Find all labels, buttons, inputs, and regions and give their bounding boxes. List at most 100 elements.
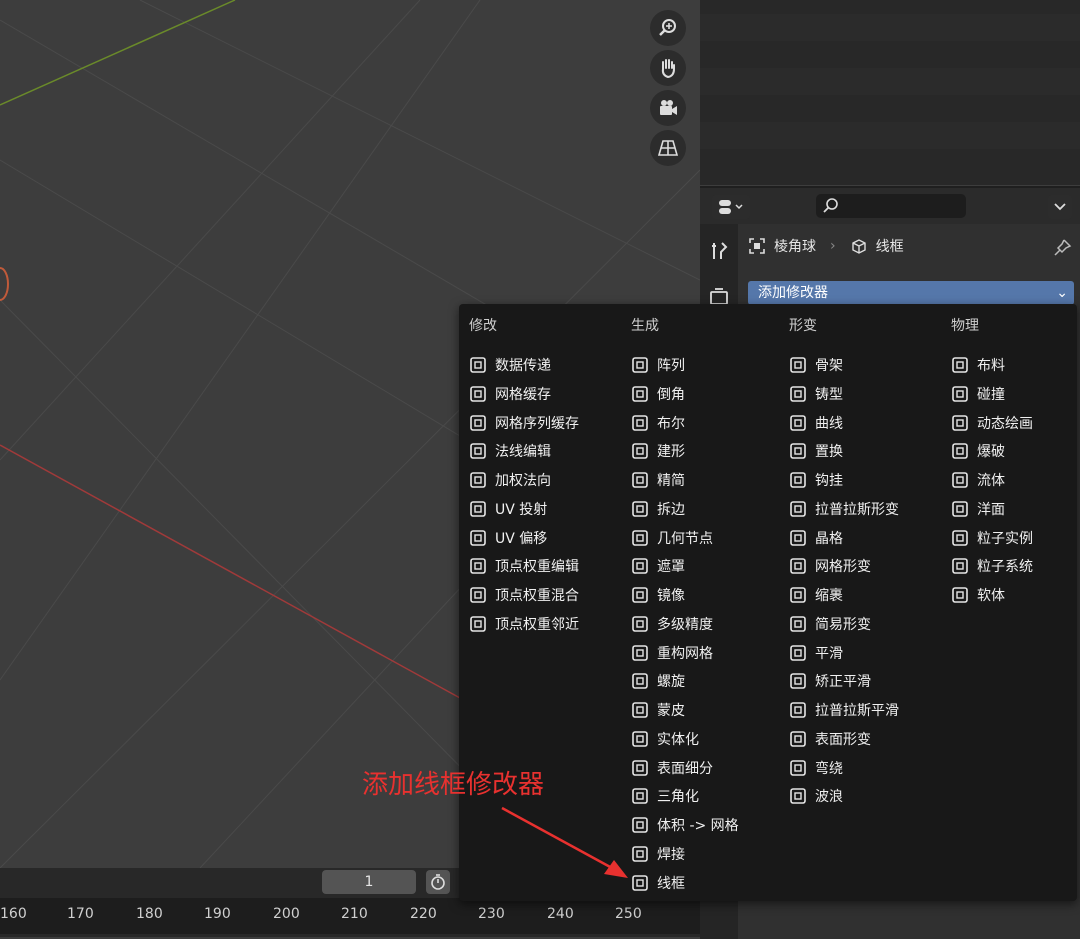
ruler-label: 240 [547,906,574,922]
menu-item-array[interactable]: 阵列 [631,353,685,377]
menu-item-wireframe[interactable]: 线框 [631,871,685,895]
menu-item-label: 三角化 [657,789,699,806]
menu-item-smooth[interactable]: 平滑 [789,641,843,665]
camera-view-icon[interactable] [650,90,686,126]
menu-item-mirror[interactable]: 镜像 [631,583,685,607]
menu-item-weighted-normal[interactable]: 加权法向 [469,468,551,492]
menu-item-triangulate[interactable]: 三角化 [631,784,699,808]
menu-item-multires[interactable]: 多级精度 [631,612,713,636]
menu-item-normal-edit[interactable]: 法线编辑 [469,439,551,463]
menu-item-ocean[interactable]: 洋面 [951,497,1005,521]
mesh-cube-icon [851,239,866,254]
vertex-weight-proximity-icon [470,615,486,632]
menu-item-build[interactable]: 建形 [631,439,685,463]
menu-item-cast[interactable]: 铸型 [789,382,843,406]
menu-item-label: 布料 [977,358,1005,374]
menu-item-simple-deform[interactable]: 简易形变 [789,612,871,636]
soft-body-icon [952,587,968,603]
properties-search-input[interactable] [816,194,966,218]
menu-item-label: 建形 [657,444,685,461]
menu-item-lattice[interactable]: 晶格 [789,526,843,550]
armature-icon [790,357,806,373]
laplacian-deform-icon [790,500,806,517]
surface-deform-icon [790,730,806,747]
corrective-smooth-icon [790,673,806,690]
menu-item-bevel[interactable]: 倒角 [631,382,685,406]
menu-item-soft-body[interactable]: 软体 [951,583,1005,607]
outliner-panel[interactable] [700,0,1080,185]
screw-icon [632,673,648,690]
pin-icon[interactable] [1052,238,1072,258]
menu-item-mesh-deform[interactable]: 网格形变 [789,554,871,578]
multires-icon [632,615,648,632]
menu-item-decimate[interactable]: 精简 [631,468,685,492]
menu-item-armature[interactable]: 骨架 [789,353,843,377]
menu-item-explode[interactable]: 爆破 [951,439,1005,463]
menu-item-label: 软体 [977,588,1005,604]
menu-item-particle-instance[interactable]: 粒子实例 [951,526,1033,550]
menu-item-weld[interactable]: 焊接 [631,842,685,866]
menu-item-geometry-nodes[interactable]: 几何节点 [631,526,713,550]
edge-split-icon [632,500,648,517]
menu-item-skin[interactable]: 蒙皮 [631,698,685,722]
menu-item-hook[interactable]: 钩挂 [789,468,843,492]
menu-item-uv-project[interactable]: UV 投射 [469,497,547,521]
ruler-label: 200 [273,906,300,922]
menu-item-shrinkwrap[interactable]: 缩裹 [789,583,843,607]
menu-item-vertex-weight-mix[interactable]: 顶点权重混合 [469,583,579,607]
menu-item-warp[interactable]: 弯绕 [789,756,843,780]
menu-item-solidify[interactable]: 实体化 [631,727,699,751]
perspective-grid-icon[interactable] [650,130,686,166]
menu-item-displace[interactable]: 置换 [789,439,843,463]
solidify-icon [632,730,648,747]
breadcrumb-modifier: 线框 [875,239,904,255]
menu-item-label: 阵列 [657,358,685,374]
menu-item-edge-split[interactable]: 拆边 [631,497,685,521]
menu-item-dynamic-paint[interactable]: 动态绘画 [951,411,1033,435]
menu-item-vertex-weight-edit[interactable]: 顶点权重编辑 [469,554,579,578]
menu-item-surface-deform[interactable]: 表面形变 [789,727,871,751]
menu-item-fluid[interactable]: 流体 [951,468,1005,492]
menu-item-mesh-sequence-cache[interactable]: 网格序列缓存 [469,411,579,435]
menu-item-laplacian-deform[interactable]: 拉普拉斯形变 [789,497,899,521]
menu-item-label: 线框 [657,875,685,892]
menu-item-corrective-smooth[interactable]: 矫正平滑 [789,669,871,693]
menu-item-remesh[interactable]: 重构网格 [631,641,713,665]
menu-item-label: 网格形变 [815,559,871,576]
menu-item-subdivision[interactable]: 表面细分 [631,756,713,780]
menu-item-label: 体积 -> 网格 [657,818,739,834]
mesh-deform-icon [790,558,806,575]
menu-item-mesh-cache[interactable]: 网格缓存 [469,382,551,406]
menu-item-label: 拆边 [657,501,685,518]
menu-item-label: 曲线 [815,415,843,432]
menu-item-vertex-weight-proximity[interactable]: 顶点权重邻近 [469,612,579,636]
menu-item-volume-to-mesh[interactable]: 体积 -> 网格 [631,813,739,837]
menu-item-boolean[interactable]: 布尔 [631,411,685,435]
menu-item-collision[interactable]: 碰撞 [951,382,1005,406]
mirror-icon [632,587,648,603]
menu-item-cloth[interactable]: 布料 [951,353,1005,377]
menu-item-screw[interactable]: 螺旋 [631,669,685,693]
particle-instance-icon [952,529,968,546]
uv-project-icon [470,500,486,517]
current-frame-field[interactable]: 1 [322,870,416,894]
add-modifier-button[interactable]: 添加修改器 ⌄ [748,281,1074,305]
menu-item-label: 顶点权重编辑 [495,559,579,576]
menu-item-data-transfer[interactable]: 数据传递 [469,353,551,377]
zoom-icon[interactable] [650,10,686,46]
menu-item-laplacian-smooth[interactable]: 拉普拉斯平滑 [789,698,899,722]
menu-item-curve[interactable]: 曲线 [789,411,843,435]
editor-type-button[interactable] [712,195,750,219]
options-dropdown-button[interactable] [1048,195,1072,219]
menu-item-label: 流体 [977,473,1005,489]
menu-item-wave[interactable]: 波浪 [789,784,843,808]
menu-item-particle-system[interactable]: 粒子系统 [951,554,1033,578]
modifier-wrench-icon[interactable] [708,240,730,262]
menu-item-uv-warp[interactable]: UV 偏移 [469,526,547,550]
column-title-modify: 修改 [469,318,497,334]
menu-item-mask[interactable]: 遮罩 [631,554,685,578]
playback-clock-icon[interactable] [426,870,450,894]
pan-hand-icon[interactable] [650,50,686,86]
menu-item-label: UV 偏移 [495,530,548,547]
timeline-ruler[interactable]: 160 170 180 190 200 210 220 230 240 250 [0,898,700,934]
